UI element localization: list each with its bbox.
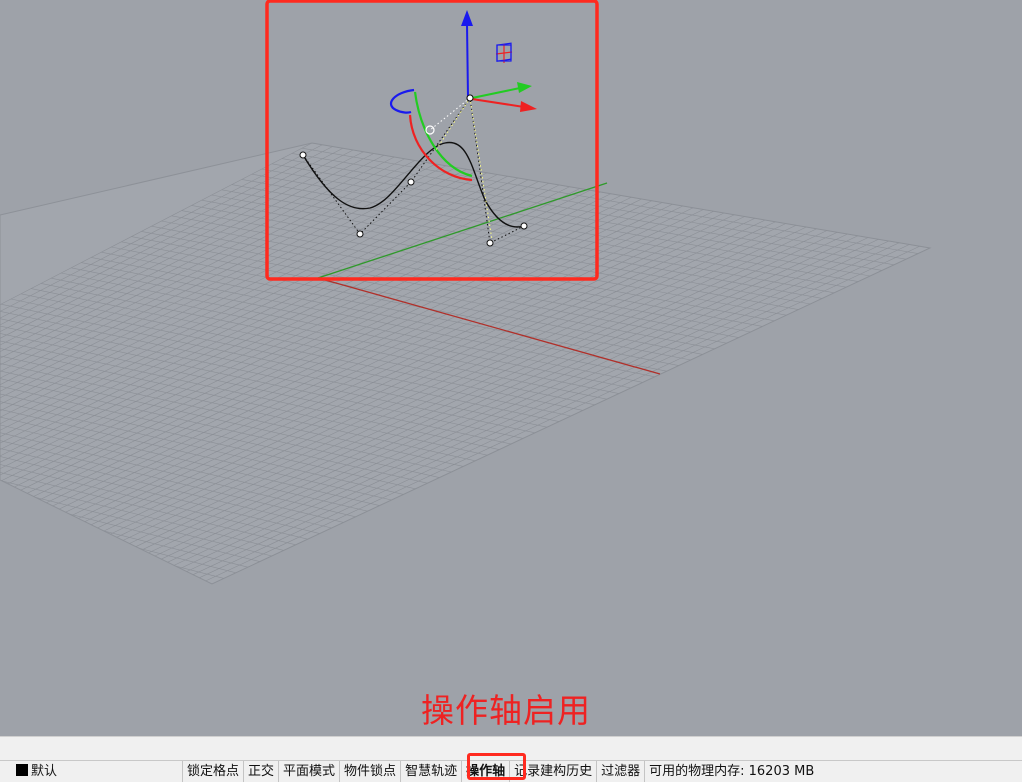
viewport-canvas[interactable] xyxy=(0,0,1022,736)
perspective-viewport[interactable]: 操作轴启用 xyxy=(0,0,1022,736)
gumball-z-arrow[interactable] xyxy=(466,23,469,99)
rotate-z-arc[interactable] xyxy=(389,88,415,114)
control-point[interactable] xyxy=(299,151,307,159)
current-layer[interactable]: 默认 xyxy=(16,763,57,780)
control-point[interactable] xyxy=(407,178,415,186)
toggle-smarttrack[interactable]: 智慧轨迹 xyxy=(400,761,461,782)
toggle-filter[interactable]: 过滤器 xyxy=(596,761,644,782)
gumball-x-arrowhead[interactable] xyxy=(520,101,537,112)
toggle-planar[interactable]: 平面模式 xyxy=(278,761,339,782)
control-point[interactable] xyxy=(356,230,364,238)
gumball-toggle-highlight xyxy=(467,753,526,780)
annotation-caption: 操作轴启用 xyxy=(421,691,591,730)
plane-handle-icon[interactable] xyxy=(495,42,513,63)
gumball-y-arrowhead[interactable] xyxy=(517,82,532,93)
control-point[interactable] xyxy=(486,239,494,247)
gumball-z-arrowhead[interactable] xyxy=(461,10,473,26)
toggle-ortho[interactable]: 正交 xyxy=(243,761,278,782)
guide-line xyxy=(429,97,471,131)
memory-readout: 可用的物理内存: 16203 MB xyxy=(644,761,818,782)
gumball-y-arrow[interactable] xyxy=(471,87,521,99)
gumball-x-arrow[interactable] xyxy=(471,98,525,108)
gumball-origin[interactable] xyxy=(466,94,474,102)
toggle-osnap[interactable]: 物件锁点 xyxy=(339,761,400,782)
control-point[interactable] xyxy=(520,222,528,230)
toggle-grid-snap[interactable]: 锁定格点 xyxy=(182,761,243,782)
layer-name: 默认 xyxy=(31,764,58,779)
layer-color-swatch xyxy=(16,764,28,776)
